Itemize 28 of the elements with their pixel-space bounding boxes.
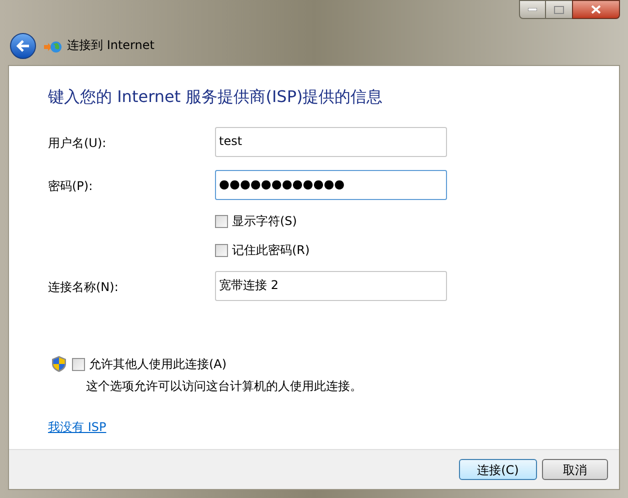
checkbox[interactable] bbox=[215, 214, 228, 228]
field-label: 用户名(U): bbox=[48, 135, 108, 152]
shield-icon bbox=[52, 356, 66, 372]
page-heading: 键入您的 Internet 服务提供商(ISP)提供的信息 bbox=[48, 86, 384, 108]
option-description: 这个选项允许可以访问这台计算机的人使用此连接。 bbox=[86, 378, 363, 395]
checkbox[interactable] bbox=[215, 244, 228, 256]
text-field[interactable]: ●●●●●●●●●●●● bbox=[215, 170, 447, 200]
back-arrow-icon bbox=[16, 40, 30, 52]
checkbox-label: 记住此密码(R) bbox=[232, 242, 310, 259]
dialog-button[interactable]: 连接(C) bbox=[459, 459, 537, 480]
globe-icon bbox=[44, 40, 62, 54]
close-icon bbox=[591, 5, 601, 14]
dialog-button[interactable]: 取消 bbox=[542, 459, 608, 480]
maximize-button[interactable] bbox=[546, 0, 572, 19]
field-label: 连接名称(N): bbox=[48, 279, 120, 296]
checkbox[interactable] bbox=[72, 358, 85, 370]
minimize-button[interactable] bbox=[519, 0, 546, 19]
text-field[interactable]: test bbox=[215, 127, 447, 157]
checkbox-label: 显示字符(S) bbox=[232, 213, 297, 230]
checkbox-label: 允许其他人使用此连接(A) bbox=[89, 356, 227, 373]
close-button[interactable] bbox=[572, 0, 620, 19]
window-title: 连接到 Internet bbox=[67, 37, 154, 54]
back-button[interactable] bbox=[10, 33, 36, 59]
text-field[interactable]: 宽带连接 2 bbox=[215, 271, 447, 301]
maximize-icon bbox=[554, 6, 564, 14]
field-label: 密码(P): bbox=[48, 178, 94, 195]
no-isp-link[interactable]: 我没有 ISP bbox=[48, 418, 106, 436]
minimize-icon bbox=[528, 8, 537, 11]
